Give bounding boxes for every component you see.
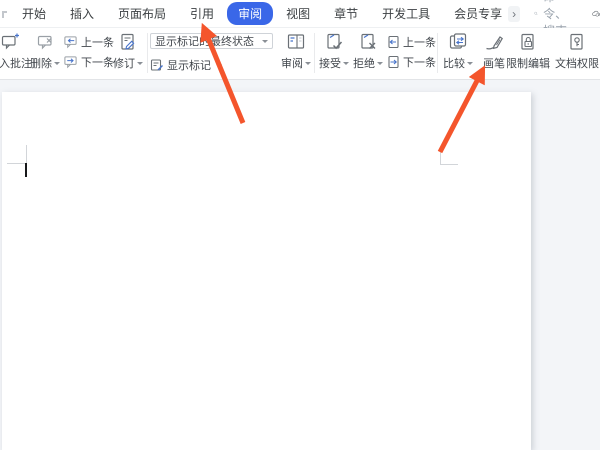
tab-insert[interactable]: 插入 [58,2,106,25]
tab-references[interactable]: 引用 [178,2,226,25]
clipped-menu-icon [2,11,7,18]
prev-change-label: 上一条 [403,34,436,50]
dropdown-caret-icon [305,62,311,68]
show-markup-icon [150,58,164,72]
crop-mark-top-right [440,150,441,164]
tab-view[interactable]: 视图 [274,2,322,25]
comment-plus-icon [0,32,20,52]
menu-tabs: 开始 插入 页面布局 引用 审阅 视图 章节 开发工具 会员专享 › [10,2,520,25]
next-comment-button[interactable]: 下一条 [63,54,114,70]
show-markup-label: 显示标记 [167,57,211,73]
revise-pencil-icon [118,32,138,52]
dropdown-caret-icon [343,62,349,68]
doc-prev-icon [386,35,400,49]
ribbon-separator [147,33,148,73]
text-caret [25,163,27,177]
more-tabs-chevron-icon[interactable]: › [508,6,520,22]
document-area [0,80,600,450]
tab-member[interactable]: 会员专享 [442,2,506,25]
crop-mark-top-left [7,163,26,164]
comment-prev-icon [63,35,78,49]
next-change-button[interactable]: 下一条 [386,54,436,70]
review-ribbon: 插入批注 删除 上一条 下一条 [0,28,600,80]
lock-page-icon [518,32,538,52]
tab-page-layout[interactable]: 页面布局 [106,2,178,25]
tab-review[interactable]: 审阅 [227,2,273,25]
review-pane-icon [286,32,306,52]
reject-change-button[interactable]: 拒绝 [350,30,386,77]
compare-icon [448,32,468,52]
search-icon [534,7,538,20]
revise-label: 修订 [113,55,135,71]
reject-label: 拒绝 [353,55,375,71]
prev-change-button[interactable]: 上一条 [386,34,436,50]
comment-x-icon [35,32,55,52]
crop-mark-top-right [440,164,458,165]
next-change-label: 下一条 [403,54,436,70]
accept-change-button[interactable]: 接受 [316,30,352,77]
crop-mark-top-left [26,145,27,163]
tab-dev-tools[interactable]: 开发工具 [370,2,442,25]
show-markup-button[interactable]: 显示标记 [150,57,222,73]
dropdown-caret-icon [54,62,60,68]
ribbon-separator [437,33,438,73]
restrict-editing-label: 限制编辑 [506,55,550,71]
markup-state-value: 显示标记的最终状态 [155,33,254,49]
compare-label: 比较 [443,55,465,71]
delete-comment-label: 删除 [30,55,52,71]
document-page[interactable] [2,92,531,450]
doc-permission-label: 文档权限 [555,55,599,71]
wps-writer-window: 开始 插入 页面布局 引用 审阅 视图 章节 开发工具 会员专享 › 查找命令、… [0,0,600,450]
track-changes-button[interactable]: 修订 [110,30,146,77]
review-pane-label: 审阅 [281,55,303,71]
dropdown-caret-icon [137,62,143,68]
accept-check-icon [324,32,344,52]
tab-section[interactable]: 章节 [322,2,370,25]
comment-next-icon [63,55,78,69]
reject-x-icon [358,32,378,52]
dropdown-caret-icon [377,62,383,68]
key-page-icon [567,32,587,52]
ribbon-separator [314,33,315,73]
doc-next-icon [386,55,400,69]
menu-bar: 开始 插入 页面布局 引用 审阅 视图 章节 开发工具 会员专享 › 查找命令、… [0,0,600,28]
tab-home[interactable]: 开始 [10,2,58,25]
pen-brush-icon [484,32,504,52]
dropdown-caret-icon [262,40,268,46]
review-pane-button[interactable]: 审阅 [278,30,314,77]
doc-permission-button[interactable]: 文档权限 [552,30,600,77]
markup-state-select[interactable]: 显示标记的最终状态 [150,33,273,49]
cloud-sync-icon [592,7,600,20]
compare-button[interactable]: 比较 [440,30,476,77]
pen-label: 画笔 [483,55,505,71]
prev-comment-button[interactable]: 上一条 [63,34,114,50]
restrict-editing-button[interactable]: 限制编辑 [504,30,552,77]
dropdown-caret-icon [467,62,473,68]
dropdown-caret-icon [216,64,222,70]
accept-label: 接受 [319,55,341,71]
delete-comment-button[interactable]: 删除 [27,30,63,77]
